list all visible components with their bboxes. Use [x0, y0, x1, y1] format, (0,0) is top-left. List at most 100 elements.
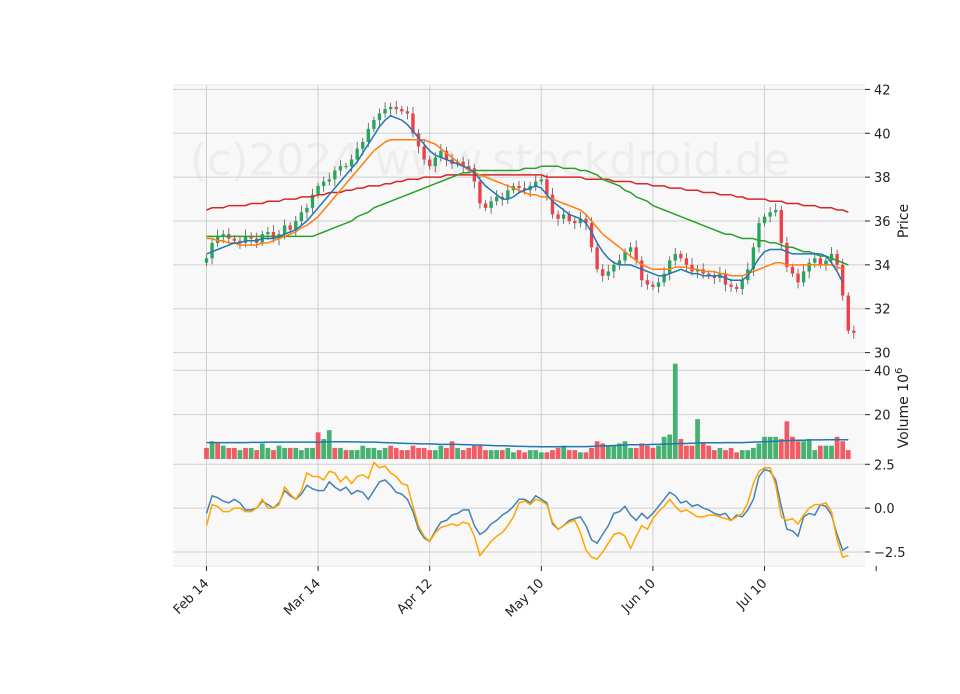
candle-body [489, 201, 493, 208]
candle-body [322, 181, 326, 186]
volume-bar [488, 450, 494, 459]
candle-body [282, 225, 287, 235]
volume-bar [399, 450, 405, 459]
candle-body [807, 262, 811, 272]
volume-bar [555, 447, 561, 459]
volume-bar [578, 452, 583, 459]
volume-bar [533, 450, 539, 459]
volume-bar [728, 447, 734, 459]
volume-bar [639, 443, 645, 459]
candle-body [539, 179, 543, 182]
volume-bar [795, 441, 801, 459]
volume-bar [332, 447, 338, 459]
volume-bar [421, 447, 427, 459]
volume-bar [466, 447, 472, 459]
volume-bar [829, 445, 834, 459]
volume-bar [494, 450, 500, 459]
price-axis-title: Price [896, 204, 912, 238]
volume-bar [416, 447, 421, 459]
volume-bar [711, 450, 717, 459]
volume-bar [393, 447, 399, 459]
volume-bar [695, 419, 700, 459]
volume-bar [215, 443, 221, 459]
candle-body [757, 223, 761, 248]
volume-bar [689, 445, 695, 459]
candle-body [556, 214, 560, 219]
volume-bar [516, 450, 522, 459]
candle-body [355, 148, 359, 160]
volume-bar [326, 430, 332, 459]
volume-bar [745, 450, 751, 459]
volume-bar [505, 447, 511, 459]
volume-bar [572, 450, 578, 459]
volume-bar [460, 450, 466, 459]
candle-body [428, 159, 432, 167]
volume-bar [840, 441, 846, 459]
volume-bar [723, 450, 728, 459]
candle-body [478, 181, 482, 204]
volume-bar [628, 447, 633, 459]
volume-bar [767, 436, 773, 459]
volume-bar [700, 443, 706, 459]
candle-body [232, 238, 237, 241]
volume-bar [756, 443, 762, 459]
volume-bar [204, 447, 209, 459]
volume-bar [734, 452, 740, 459]
candle-body [299, 212, 304, 221]
candle-body [813, 258, 817, 263]
volume-bar [354, 450, 360, 459]
candle-body [561, 214, 566, 219]
candle-body [377, 113, 382, 121]
candle-body [762, 216, 767, 224]
volume-bar [343, 450, 349, 459]
candle-body [495, 196, 499, 202]
volume-bar [360, 445, 366, 459]
volume-bar [751, 447, 756, 459]
candle-body [388, 106, 393, 110]
x-tick-label: Feb 14 [171, 576, 213, 618]
volume-bar [377, 450, 382, 459]
volume-bar [243, 447, 248, 459]
candle-body [517, 185, 521, 189]
volume-bar [817, 445, 823, 459]
volume-bar [259, 443, 265, 459]
candle-body [573, 221, 577, 224]
volume-bar [298, 450, 304, 459]
volume-bar [778, 439, 784, 459]
volume-bar [432, 450, 438, 459]
volume-bar [388, 445, 394, 459]
x-tick-label: May 10 [503, 576, 547, 620]
volume-bar [282, 447, 287, 459]
price-y-tick-label: 38 [874, 171, 891, 186]
candle-body [684, 258, 689, 265]
volume-bar [232, 447, 237, 459]
stock-chart: (c)2024 www.stockdroid.de 30 32 34 36 38 40 42… [0, 0, 960, 690]
candle-body [333, 170, 337, 180]
volume-bar [254, 450, 260, 459]
candle-body [422, 146, 426, 160]
candle-body [673, 253, 677, 261]
volume-bar [739, 450, 745, 459]
x-tick-label: Apr 12 [394, 576, 435, 617]
candle-body [790, 267, 795, 274]
candle-body [394, 106, 398, 110]
volume-bar [544, 452, 550, 459]
volume-axis-title: Volume 106 [894, 368, 912, 449]
candle-body [344, 166, 348, 168]
volume-bar [823, 445, 829, 459]
volume-y-tick-label: 20 [874, 409, 891, 424]
volume-bar [248, 447, 254, 459]
price-y-tick-label: 30 [874, 347, 891, 362]
candle-body [796, 273, 800, 283]
volume-bar [561, 445, 567, 459]
volume-bar [605, 445, 611, 459]
volume-bar [762, 436, 767, 459]
candle-body [601, 269, 605, 276]
oscillator-y-tick-label: −2.5 [874, 546, 906, 561]
volume-bar [667, 434, 673, 459]
candle-body [634, 247, 638, 261]
volume-bar [650, 447, 656, 459]
volume-bar [382, 447, 388, 459]
volume-bar [371, 447, 377, 459]
candle-body [383, 109, 387, 114]
